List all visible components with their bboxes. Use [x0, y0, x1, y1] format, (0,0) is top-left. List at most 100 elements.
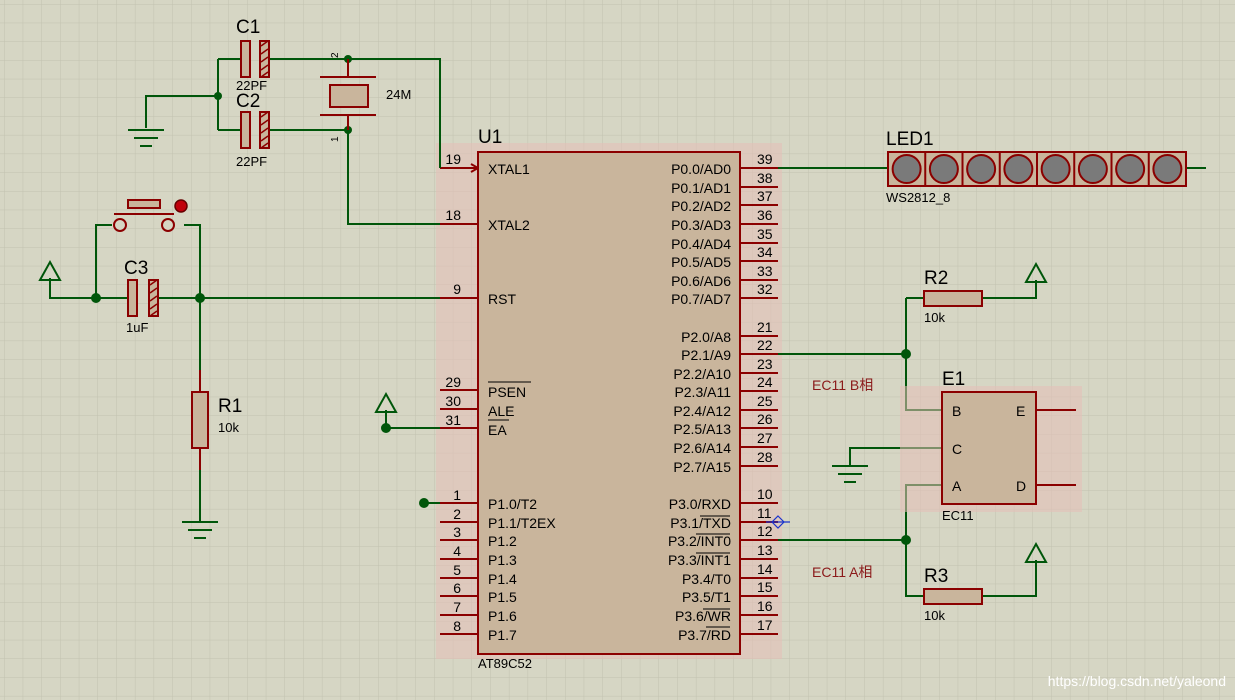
svg-text:P1.4: P1.4 — [488, 571, 517, 587]
svg-text:18: 18 — [445, 207, 461, 223]
svg-text:XTAL2: XTAL2 — [488, 217, 530, 233]
svg-text:P0.3/AD3: P0.3/AD3 — [671, 217, 731, 233]
svg-text:PSEN: PSEN — [488, 384, 526, 400]
e1-ref: E1 — [942, 369, 965, 390]
led-cell — [966, 154, 997, 184]
r1-body — [191, 391, 209, 449]
c2-ref: C2 — [236, 91, 260, 112]
crystal-body — [329, 84, 369, 108]
svg-text:P2.1/A9: P2.1/A9 — [681, 347, 731, 363]
svg-text:P3.0/RXD: P3.0/RXD — [669, 496, 731, 512]
svg-text:P1.1/T2EX: P1.1/T2EX — [488, 515, 556, 531]
svg-text:P2.2/A10: P2.2/A10 — [673, 366, 731, 382]
svg-text:RST: RST — [488, 291, 516, 307]
crystal-pin2-label: 2 — [330, 52, 341, 58]
svg-text:26: 26 — [757, 411, 773, 427]
led-cell — [891, 154, 922, 184]
watermark: https://blog.csdn.net/yaleond — [1048, 673, 1226, 689]
svg-text:15: 15 — [757, 579, 773, 595]
svg-text:P1.0/T2: P1.0/T2 — [488, 496, 537, 512]
e1-pin-c: C — [952, 441, 962, 457]
svg-text:11: 11 — [757, 505, 772, 521]
r1-ref: R1 — [218, 396, 242, 417]
svg-text:3: 3 — [453, 524, 461, 540]
button-actuator-dot[interactable] — [174, 199, 188, 213]
svg-text:34: 34 — [757, 244, 773, 260]
u1-ref: U1 — [478, 127, 502, 148]
svg-text:9: 9 — [453, 281, 461, 297]
svg-text:P0.1/AD1: P0.1/AD1 — [671, 180, 731, 196]
c3-ref: C3 — [124, 258, 148, 279]
led-cell — [1003, 154, 1034, 184]
svg-text:ALE: ALE — [488, 403, 514, 419]
svg-text:P3.6/WR: P3.6/WR — [675, 608, 731, 624]
svg-text:P3.2/INT0: P3.2/INT0 — [668, 533, 731, 549]
led-cell — [928, 154, 959, 184]
svg-text:P1.7: P1.7 — [488, 627, 517, 643]
svg-text:P1.6: P1.6 — [488, 608, 517, 624]
svg-text:16: 16 — [757, 598, 773, 614]
svg-text:38: 38 — [757, 170, 773, 186]
button-contact-right — [161, 218, 175, 232]
c3-value: 1uF — [126, 320, 148, 335]
svg-text:27: 27 — [757, 430, 773, 446]
encoder-ec11[interactable]: E1 B C A E D EC11 — [900, 369, 1082, 523]
svg-text:P2.6/A14: P2.6/A14 — [673, 440, 731, 456]
r2-body — [923, 290, 983, 307]
svg-text:P0.5/AD5: P0.5/AD5 — [671, 254, 731, 270]
svg-text:2: 2 — [453, 506, 461, 522]
svg-text:P1.3: P1.3 — [488, 552, 517, 568]
svg-text:P1.2: P1.2 — [488, 533, 517, 549]
svg-text:P3.4/T0: P3.4/T0 — [682, 571, 731, 587]
svg-text:P0.0/AD0: P0.0/AD0 — [671, 161, 731, 177]
crystal-value: 24M — [386, 87, 411, 102]
r3-body — [923, 588, 983, 605]
r3-value: 10k — [924, 608, 945, 623]
svg-text:23: 23 — [757, 356, 773, 372]
svg-text:P0.6/AD6: P0.6/AD6 — [671, 273, 731, 289]
svg-text:33: 33 — [757, 263, 773, 279]
led1-ref: LED1 — [886, 129, 934, 150]
svg-text:P2.0/A8: P2.0/A8 — [681, 329, 731, 345]
svg-text:P1.5: P1.5 — [488, 589, 517, 605]
svg-text:P0.2/AD2: P0.2/AD2 — [671, 198, 731, 214]
svg-text:P3.1/TXD: P3.1/TXD — [670, 515, 731, 531]
svg-text:31: 31 — [445, 412, 461, 428]
svg-text:32: 32 — [757, 281, 773, 297]
e1-pin-a: A — [952, 478, 962, 494]
svg-text:14: 14 — [757, 561, 773, 577]
svg-text:P3.3/INT1: P3.3/INT1 — [668, 552, 731, 568]
svg-text:P2.7/A15: P2.7/A15 — [673, 459, 731, 475]
svg-text:P2.4/A12: P2.4/A12 — [673, 403, 731, 419]
svg-text:25: 25 — [757, 393, 773, 409]
svg-text:4: 4 — [453, 543, 461, 559]
u1-microcontroller[interactable]: U1 AT89C52 19 18 9 29 30 31 1 2 3 4 5 6 … — [436, 127, 782, 671]
svg-text:EA: EA — [488, 422, 507, 438]
svg-text:P0.7/AD7: P0.7/AD7 — [671, 291, 731, 307]
crystal-pin1-label: 1 — [330, 136, 341, 142]
note-b-phase: EC11 B相 — [812, 377, 873, 393]
svg-text:21: 21 — [757, 319, 773, 335]
svg-text:17: 17 — [757, 617, 773, 633]
e1-part: EC11 — [942, 508, 974, 523]
r2-ref: R2 — [924, 268, 948, 289]
svg-text:19: 19 — [445, 151, 461, 167]
svg-text:P2.5/A13: P2.5/A13 — [673, 421, 731, 437]
svg-text:35: 35 — [757, 226, 773, 242]
c1-ref: C1 — [236, 17, 260, 38]
c3-plate-left — [127, 279, 138, 317]
led-cell — [1152, 154, 1183, 184]
svg-text:P2.3/A11: P2.3/A11 — [674, 384, 731, 400]
note-a-phase: EC11 A相 — [812, 564, 872, 580]
svg-text:36: 36 — [757, 207, 773, 223]
svg-text:13: 13 — [757, 542, 773, 558]
svg-text:30: 30 — [445, 393, 461, 409]
svg-text:24: 24 — [757, 374, 773, 390]
svg-text:P3.5/T1: P3.5/T1 — [682, 589, 731, 605]
svg-text:12: 12 — [757, 523, 773, 539]
led-cell — [1040, 154, 1071, 184]
led1-cells — [891, 152, 1183, 186]
schematic-canvas[interactable]: U1 AT89C52 19 18 9 29 30 31 1 2 3 4 5 6 … — [0, 0, 1235, 700]
svg-text:37: 37 — [757, 188, 773, 204]
svg-text:6: 6 — [453, 580, 461, 596]
